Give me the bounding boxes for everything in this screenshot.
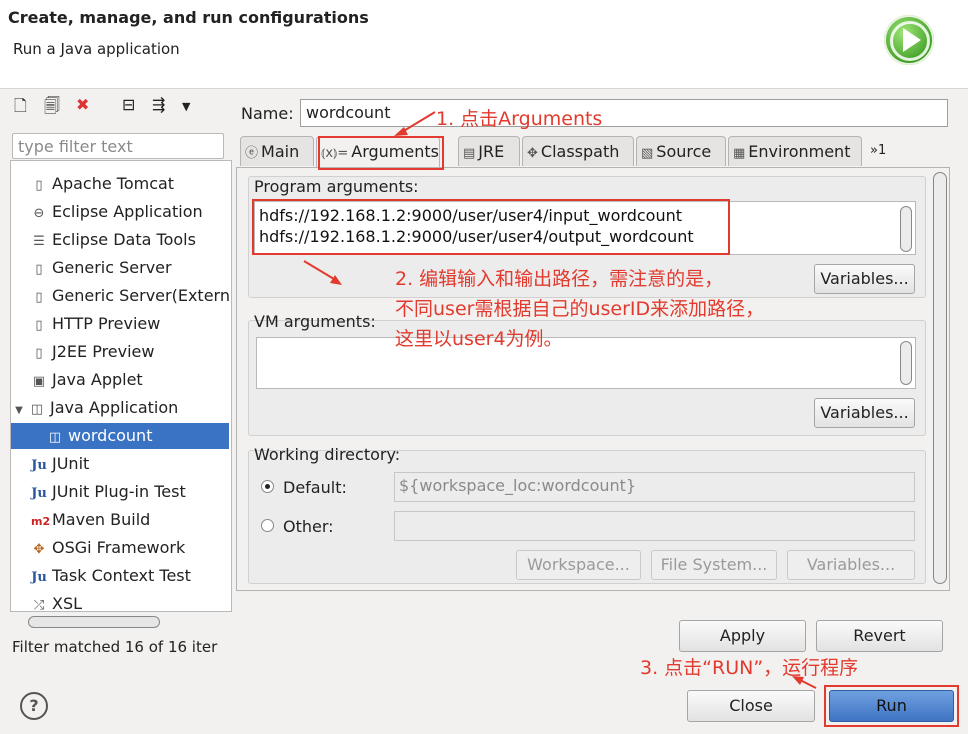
java-app-icon: ◫ — [48, 430, 62, 445]
chevron-down-icon[interactable]: ▼ — [13, 398, 25, 424]
tree-item-eclipse-application[interactable]: ⊖ Eclipse Application — [31, 199, 203, 225]
tree-item-apache-tomcat[interactable]: ▯ Apache Tomcat — [31, 171, 174, 197]
junit-icon: Ju — [31, 458, 47, 473]
tab-classpath[interactable]: ✥ Classpath — [522, 136, 634, 166]
server-icon: ▯ — [35, 178, 43, 193]
vm-variables-button[interactable]: Variables... — [814, 398, 915, 428]
tree-item-http-preview[interactable]: ▯ HTTP Preview — [31, 311, 160, 337]
program-arguments-highlight — [252, 199, 730, 255]
arrow-1-icon — [394, 111, 436, 136]
arrow-2-icon — [303, 260, 342, 285]
tree-item-task-context-test[interactable]: Ju Task Context Test — [31, 563, 191, 589]
panel-vertical-scrollbar[interactable] — [933, 172, 947, 584]
revert-button[interactable]: Revert — [816, 620, 943, 652]
apply-button[interactable]: Apply — [679, 620, 806, 652]
tab-environment[interactable]: ▦ Environment — [728, 136, 862, 166]
workdir-variables-button[interactable]: Variables... — [787, 550, 915, 580]
source-icon: ▧ — [641, 146, 654, 161]
database-icon: ☰ — [33, 234, 45, 249]
annotation-step-1: 1. 点击Arguments — [436, 108, 603, 130]
default-radio-label: Default: — [283, 478, 347, 497]
vm-arguments-scrollbar[interactable] — [900, 341, 912, 385]
tree-item-eclipse-data-tools[interactable]: ☰ Eclipse Data Tools — [31, 227, 196, 253]
tree-item-generic-server[interactable]: ▯ Generic Server — [31, 255, 171, 281]
server-icon: ▯ — [35, 262, 43, 277]
annotation-step-2-line3: 这里以user4为例。 — [395, 328, 563, 350]
working-directory-label: Working directory: — [254, 445, 401, 464]
other-radio-label: Other: — [283, 517, 334, 536]
file-system-button[interactable]: File System... — [651, 550, 777, 580]
tree-item-junit-plugin-test[interactable]: Ju JUnit Plug-in Test — [31, 479, 186, 505]
help-icon[interactable]: ? — [20, 692, 48, 720]
eclipse-icon: ⊖ — [33, 206, 45, 221]
tree-horizontal-scrollbar[interactable] — [28, 616, 160, 628]
jre-icon: ▤ — [463, 146, 476, 161]
default-radio[interactable] — [261, 480, 274, 493]
delete-config-icon[interactable]: ✖ — [76, 95, 89, 119]
collapse-all-icon[interactable]: ⊟ — [122, 95, 135, 119]
applet-icon: ▣ — [32, 374, 46, 389]
task-icon: Ju — [31, 570, 47, 585]
tree-item-java-application[interactable]: ▼ ◫ Java Application — [13, 395, 178, 421]
program-arguments-label: Program arguments: — [254, 177, 419, 196]
server-icon: ▯ — [35, 318, 43, 333]
main-icon: ⓔ — [245, 146, 259, 161]
vm-arguments-field[interactable] — [256, 337, 916, 389]
tab-overflow[interactable]: »1 — [866, 136, 900, 166]
filter-menu-icon[interactable]: ⇶ — [152, 95, 165, 119]
tree-item-wordcount[interactable]: ◫ wordcount — [11, 423, 229, 449]
workspace-button[interactable]: Workspace... — [516, 550, 641, 580]
vm-arguments-label: VM arguments: — [254, 312, 376, 331]
classpath-icon: ✥ — [527, 146, 538, 161]
chevron-down-icon[interactable]: ▼ — [182, 100, 190, 124]
dialog-title: Create, manage, and run configurations — [8, 8, 369, 27]
java-app-icon: ◫ — [30, 402, 44, 417]
tree-item-junit[interactable]: Ju JUnit — [31, 451, 89, 477]
osgi-icon: ✥ — [33, 542, 45, 557]
new-config-icon[interactable]: 🗋 — [14, 95, 27, 119]
maven-icon: m2 — [31, 515, 51, 528]
tree-item-generic-server-external[interactable]: ▯ Generic Server(Extern — [31, 283, 230, 309]
junit-plugin-icon: Ju — [31, 486, 47, 501]
default-directory-field: ${workspace_loc:wordcount} — [394, 472, 915, 502]
arguments-tab-highlight — [318, 136, 444, 170]
other-directory-field — [394, 511, 915, 541]
server-icon: ▯ — [35, 290, 43, 305]
tree-item-maven-build[interactable]: m2 Maven Build — [31, 507, 150, 533]
tree-item-xsl[interactable]: ⤮ XSL — [31, 591, 82, 612]
server-icon: ▯ — [35, 346, 43, 361]
tab-source[interactable]: ▧ Source — [636, 136, 726, 166]
filter-input[interactable]: type filter text — [12, 133, 224, 159]
run-logo-icon — [884, 15, 934, 65]
duplicate-config-icon[interactable]: 🗐 — [44, 95, 60, 119]
other-radio[interactable] — [261, 519, 274, 532]
name-label: Name: — [241, 104, 294, 123]
dialog-subtitle: Run a Java application — [13, 40, 180, 58]
annotation-step-3: 3. 点击“RUN”，运行程序 — [640, 657, 859, 679]
tree-item-j2ee-preview[interactable]: ▯ J2EE Preview — [31, 339, 154, 365]
xsl-icon: ⤮ — [33, 598, 45, 612]
environment-icon: ▦ — [733, 146, 746, 161]
config-type-tree: ▯ Apache Tomcat ⊖ Eclipse Application ☰ Ecl… — [10, 160, 232, 612]
run-button-highlight — [824, 685, 959, 727]
program-variables-button[interactable]: Variables... — [814, 264, 915, 294]
tab-jre[interactable]: ▤ JRE — [458, 136, 520, 166]
tree-item-java-applet[interactable]: ▣ Java Applet — [31, 367, 143, 393]
tab-main[interactable]: ⓔ Main — [240, 136, 314, 166]
program-arguments-scrollbar[interactable] — [900, 206, 912, 252]
filter-status: Filter matched 16 of 16 iter — [12, 638, 218, 656]
annotation-step-2-line1: 2. 编辑输入和输出路径，需注意的是， — [395, 268, 724, 290]
tree-item-osgi-framework[interactable]: ✥ OSGi Framework — [31, 535, 186, 561]
annotation-step-2-line2: 不同user需根据自己的userID来添加路径， — [395, 298, 765, 320]
